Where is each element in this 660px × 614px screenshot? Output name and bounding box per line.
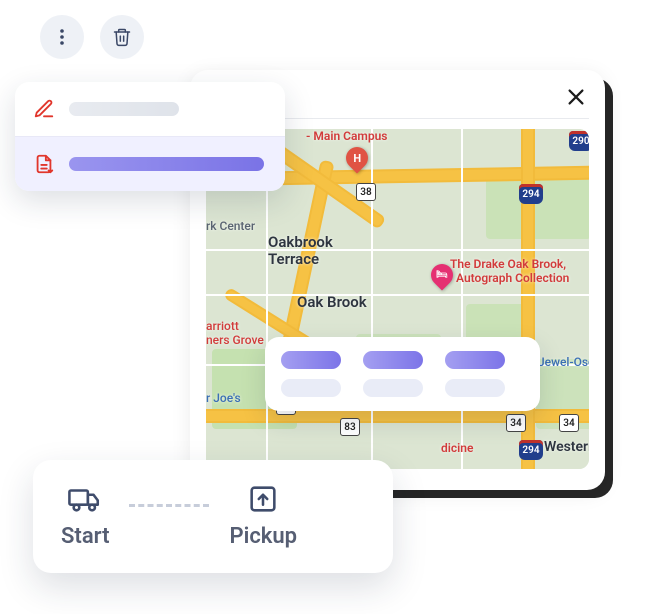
map-label-drake1: The Drake Oak Brook, xyxy=(450,257,566,271)
close-icon xyxy=(565,86,587,108)
chip-light[interactable] xyxy=(363,379,423,397)
map-label-oak-brook: Oak Brook xyxy=(297,293,367,311)
chip-light[interactable] xyxy=(281,379,341,397)
chip-purple[interactable] xyxy=(363,351,423,369)
route-shield-34a: 34 xyxy=(506,414,526,432)
document-download-icon xyxy=(33,153,55,175)
pencil-icon xyxy=(33,98,55,120)
pin-letter: 🛏 xyxy=(436,270,447,280)
chips-card xyxy=(265,337,540,411)
more-button[interactable] xyxy=(40,15,84,59)
delete-button[interactable] xyxy=(100,15,144,59)
map-label-rk-center: rk Center xyxy=(206,219,255,233)
step-pickup[interactable]: Pickup xyxy=(229,482,297,549)
context-menu-download[interactable] xyxy=(15,136,285,191)
chip-group-1 xyxy=(281,351,341,397)
interstate-shield-290: 290 xyxy=(569,131,589,151)
truck-icon xyxy=(64,482,106,516)
map-label-jewel: Jewel-Osc xyxy=(538,355,589,369)
step-start[interactable]: Start xyxy=(61,482,109,549)
trash-icon xyxy=(112,27,132,47)
route-shield-83b: 83 xyxy=(340,418,360,436)
map-label-main-campus: - Main Campus xyxy=(306,129,387,143)
map-label-western: Western xyxy=(544,439,589,455)
chip-group-2 xyxy=(363,351,423,397)
map-label-marriott1: arriott xyxy=(206,319,239,333)
close-button[interactable] xyxy=(563,84,589,110)
chip-group-3 xyxy=(445,351,505,397)
package-up-icon xyxy=(244,482,282,516)
menu-item-placeholder xyxy=(69,102,179,116)
step-pickup-label: Pickup xyxy=(229,524,297,549)
interstate-shield-294a: 294 xyxy=(519,184,543,204)
steps-card: Start Pickup xyxy=(33,460,393,573)
chip-light[interactable] xyxy=(445,379,505,397)
step-start-label: Start xyxy=(61,524,109,549)
map-label-joes: r Joe's xyxy=(206,391,241,405)
menu-item-placeholder xyxy=(69,157,264,171)
map-label-dicine: dicine xyxy=(441,441,473,455)
interstate-shield-294b: 294 xyxy=(519,440,543,460)
step-connector xyxy=(129,504,209,507)
chip-purple[interactable] xyxy=(445,351,505,369)
pin-letter: H xyxy=(353,152,361,165)
more-vertical-icon xyxy=(52,27,72,47)
chip-purple[interactable] xyxy=(281,351,341,369)
map-label-oakbrook-terrace: Oakbrook Terrace xyxy=(268,234,333,267)
context-menu xyxy=(15,82,285,191)
map-label-drake2: Autograph Collection xyxy=(456,271,569,285)
map-label-marriott2: ners Grove xyxy=(206,333,264,347)
route-shield-34b: 34 xyxy=(559,414,579,432)
route-shield-38: 38 xyxy=(356,183,376,201)
context-menu-edit[interactable] xyxy=(15,82,285,136)
